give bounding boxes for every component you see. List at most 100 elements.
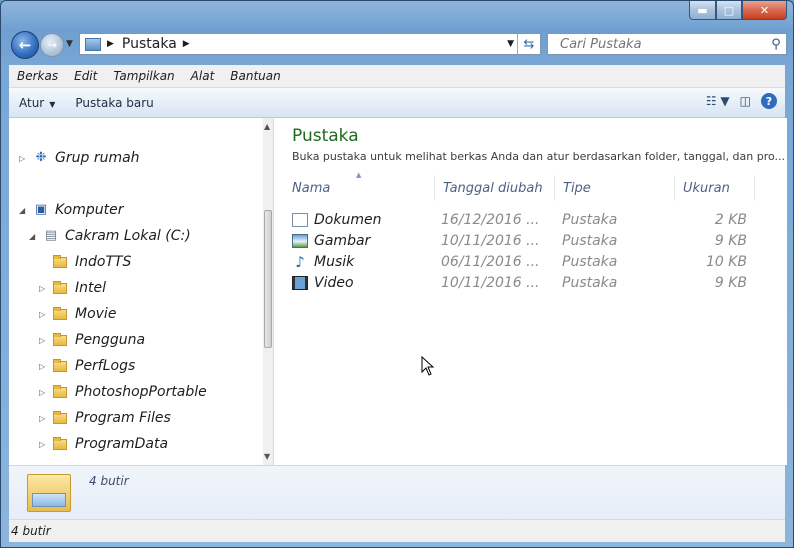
search-box: ⚲ — [547, 33, 787, 55]
organize-button[interactable]: Atur ▼ — [9, 96, 65, 110]
column-header-name[interactable]: Nama — [284, 175, 435, 201]
tree-item-folder[interactable]: ▷ PerfLogs — [39, 358, 135, 374]
documents-icon — [292, 213, 308, 227]
folder-icon — [53, 384, 67, 398]
command-bar: Atur ▼ Pustaka baru ☷ ▼ ◫ ? — [9, 88, 785, 118]
tree-item-folder[interactable]: ▷ Movie — [39, 306, 116, 322]
mouse-cursor-icon — [421, 356, 435, 376]
table-row[interactable]: ♪ Musik — [292, 252, 354, 272]
column-header-type[interactable]: Tipe — [555, 175, 675, 201]
scroll-up-icon[interactable]: ▲ — [264, 122, 270, 131]
refresh-icon[interactable]: ⇆ — [517, 34, 540, 54]
row-type: Pustaka — [562, 212, 618, 228]
expand-arrow-icon[interactable]: ▷ — [39, 414, 49, 423]
tree-item-folder[interactable]: ▷ Pengguna — [39, 332, 145, 348]
chevron-down-icon: ▼ — [49, 99, 56, 109]
folder-icon — [53, 280, 67, 294]
tree-item-homegroup[interactable]: ▷ ❉ Grup rumah — [19, 150, 140, 166]
tree-label: Movie — [75, 306, 117, 322]
row-size: 9 KB — [714, 275, 747, 291]
expand-arrow-icon[interactable]: ▷ — [19, 154, 29, 163]
search-input[interactable] — [548, 35, 766, 53]
row-size: 9 KB — [714, 233, 747, 249]
expand-arrow-icon[interactable]: ▷ — [39, 336, 49, 345]
navigation-scrollbar[interactable]: ▲ ▼ — [263, 118, 273, 465]
menu-bantuan[interactable]: Bantuan — [228, 69, 282, 83]
folder-icon — [53, 358, 67, 372]
tree-label: Pengguna — [75, 332, 146, 348]
menu-edit[interactable]: Edit — [72, 69, 99, 83]
navigation-bar: ← → ▼ ▶ Pustaka ▶ ▼ ⇆ ⚲ — [9, 31, 787, 59]
homegroup-icon: ❉ — [35, 150, 47, 165]
menu-tampilkan[interactable]: Tampilkan — [111, 69, 176, 83]
row-size: 10 KB — [705, 254, 747, 270]
details-item-count: 4 butir — [89, 474, 129, 488]
view-controls: ☷ ▼ ◫ ? — [696, 93, 777, 109]
library-icon — [85, 37, 101, 51]
folder-icon — [53, 254, 67, 268]
tree-label: Intel — [75, 280, 106, 296]
close-button[interactable]: ✕ — [742, 1, 787, 20]
tree-item-folder[interactable]: ▷ PhotoshopPortable — [39, 384, 207, 400]
back-button[interactable]: ← — [11, 31, 39, 59]
address-dropdown[interactable]: ▼ — [507, 39, 514, 49]
organize-label: Atur — [19, 95, 45, 110]
library-description: Buka pustaka untuk melihat berkas Anda d… — [292, 150, 786, 163]
expand-arrow-icon[interactable]: ▷ — [39, 362, 49, 371]
breadcrumb-pustaka[interactable]: Pustaka — [122, 36, 177, 52]
menu-berkas[interactable]: Berkas — [15, 69, 60, 83]
row-type: Pustaka — [562, 275, 618, 291]
row-name: Musik — [314, 254, 355, 270]
folder-icon — [53, 306, 67, 320]
window-controls: ▬ □ ✕ — [689, 1, 787, 20]
expand-arrow-icon[interactable]: ▷ — [39, 440, 49, 449]
chevron-right-icon[interactable]: ▶ — [107, 39, 114, 49]
help-icon[interactable]: ? — [761, 93, 777, 109]
preview-pane-icon[interactable]: ◫ — [740, 94, 751, 108]
minimize-button[interactable]: ▬ — [689, 1, 716, 20]
row-date: 10/11/2016 ... — [441, 233, 540, 249]
table-row[interactable]: Dokumen — [292, 210, 381, 230]
new-library-button[interactable]: Pustaka baru — [65, 96, 163, 110]
chevron-right-icon[interactable]: ▶ — [183, 39, 190, 49]
maximize-button[interactable]: □ — [716, 1, 742, 20]
recent-pages-dropdown[interactable]: ▼ — [66, 39, 73, 49]
collapse-arrow-icon[interactable]: ◢ — [19, 206, 29, 215]
tree-item-computer[interactable]: ◢ ▣ Komputer — [19, 202, 124, 218]
pictures-icon — [292, 234, 308, 248]
tree-label: Grup rumah — [55, 150, 140, 166]
tree-label: ProgramData — [75, 436, 169, 452]
tree-item-folder[interactable]: ▷ Intel — [39, 280, 106, 296]
row-name: Gambar — [314, 233, 371, 249]
tree-item-folder[interactable]: IndoTTS — [39, 254, 131, 270]
tree-label: PerfLogs — [75, 358, 136, 374]
explorer-window: ▬ □ ✕ ← → ▼ ▶ Pustaka ▶ ▼ ⇆ ⚲ Berkas Edi… — [0, 0, 794, 548]
tree-item-folder[interactable]: ▷ ProgramData — [39, 436, 168, 452]
expand-arrow-icon[interactable]: ▷ — [39, 310, 49, 319]
scrollbar-thumb[interactable] — [264, 210, 272, 348]
column-header-size[interactable]: Ukuran — [675, 175, 755, 201]
column-headers: Nama Tanggal diubah Tipe Ukuran — [274, 175, 787, 201]
tree-item-drive-c[interactable]: ◢ ▤ Cakram Lokal (C:) — [29, 228, 191, 244]
forward-button[interactable]: → — [40, 33, 64, 57]
arrow-left-icon: ← — [18, 36, 32, 54]
row-date: 10/11/2016 ... — [441, 275, 540, 291]
tree-label: Komputer — [55, 202, 124, 218]
menu-alat[interactable]: Alat — [189, 69, 217, 83]
scroll-down-icon[interactable]: ▼ — [264, 452, 270, 461]
expand-arrow-icon[interactable]: ▷ — [39, 284, 49, 293]
drive-icon: ▤ — [44, 228, 58, 243]
tree-item-folder[interactable]: ▷ Program Files — [39, 410, 171, 426]
search-icon[interactable]: ⚲ — [766, 37, 786, 52]
table-row[interactable]: Gambar — [292, 231, 370, 251]
page-title: Pustaka — [292, 126, 359, 146]
table-row[interactable]: Video — [292, 273, 354, 293]
computer-icon: ▣ — [34, 202, 48, 217]
expand-arrow-icon[interactable]: ▷ — [39, 388, 49, 397]
column-header-date[interactable]: Tanggal diubah — [435, 175, 555, 201]
address-bar[interactable]: ▶ Pustaka ▶ ▼ ⇆ — [79, 33, 541, 55]
view-options-icon[interactable]: ☷ ▼ — [706, 94, 730, 108]
collapse-arrow-icon[interactable]: ◢ — [29, 232, 39, 241]
status-item-count: 4 butir — [11, 524, 51, 538]
folder-icon — [53, 436, 67, 450]
